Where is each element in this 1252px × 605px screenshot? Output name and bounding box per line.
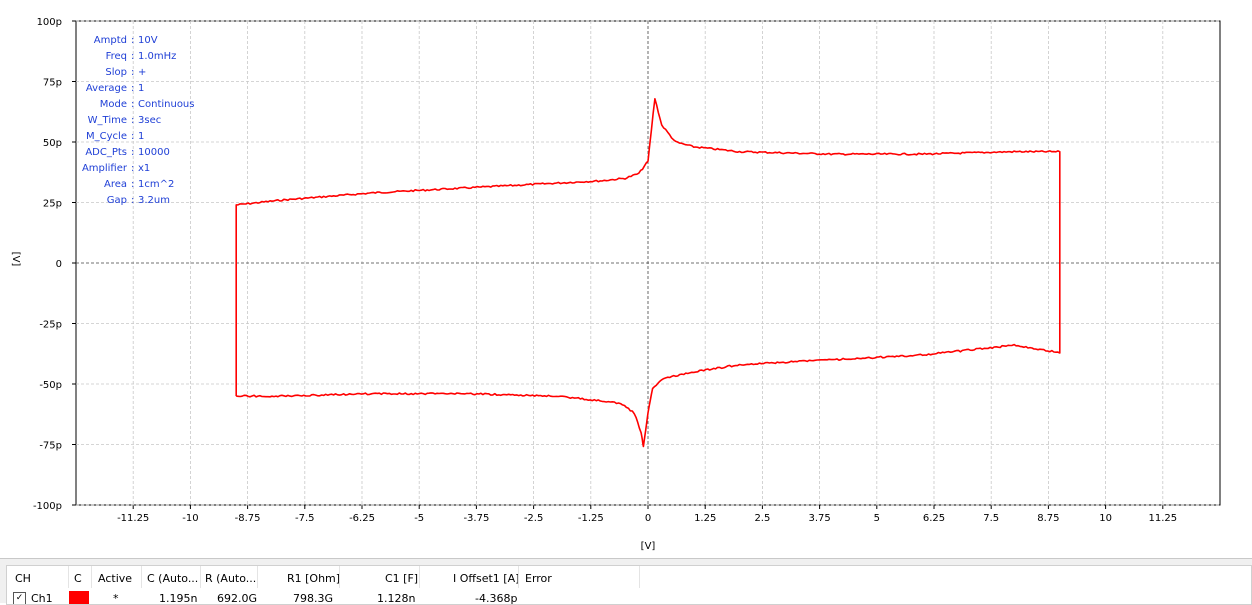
x-tick-label: 1.25 <box>694 513 716 524</box>
info-separator: : <box>131 115 134 126</box>
info-label: Area <box>104 179 127 190</box>
x-tick-label: -7.5 <box>295 513 315 524</box>
channel-table: CH C Active C (Auto... R (Auto... R1 [Oh… <box>6 565 1252 605</box>
info-label: Mode <box>100 99 127 110</box>
info-label: Average <box>86 83 127 94</box>
channel-table-panel: CH C Active C (Auto... R (Auto... R1 [Oh… <box>0 558 1252 605</box>
info-value: 10V <box>138 35 158 46</box>
info-value: 1cm^2 <box>138 179 174 190</box>
channel-color-swatch[interactable] <box>69 591 89 604</box>
x-axis-label: [V] <box>641 541 656 552</box>
cv-chart: -11.25 -10 -8.75 -7.5 -6.25 -5 -3.75 -2.5 -1.25 0… <box>10 17 1221 552</box>
header-error[interactable]: Error <box>525 572 552 585</box>
header-i-offset1[interactable]: I Offset1 [A] <box>453 572 519 585</box>
header-r1[interactable]: R1 [Ohm] <box>287 572 340 585</box>
y-tick-label: -100p <box>33 501 62 512</box>
y-tick-label: -75p <box>39 441 62 452</box>
x-tick-label: -6.25 <box>349 513 375 524</box>
info-label: Gap <box>107 195 127 206</box>
info-value: 1 <box>138 131 144 142</box>
x-tick-label: -5 <box>414 513 424 524</box>
x-tick-label: -10 <box>182 513 198 524</box>
info-label: Amplifier <box>82 163 128 174</box>
info-separator: : <box>131 35 134 46</box>
y-tick-label: 50p <box>43 138 62 149</box>
y-tick-label: 75p <box>43 78 62 89</box>
info-value: 1.0mHz <box>138 51 176 62</box>
x-tick-label: 10 <box>1099 513 1112 524</box>
y-tick-label: -25p <box>39 320 62 331</box>
y-tick-label: 25p <box>43 199 62 210</box>
info-value: 10000 <box>138 147 170 158</box>
info-separator: : <box>131 163 134 174</box>
y-axis-label: [V] <box>10 252 21 267</box>
cell-r1: 798.3G <box>293 592 334 605</box>
cell-c1: 1.128n <box>377 592 416 605</box>
x-tick-label: 7.5 <box>983 513 999 524</box>
info-separator: : <box>131 83 134 94</box>
info-value: 3.2um <box>138 195 170 206</box>
info-separator: : <box>131 131 134 142</box>
info-label: M_Cycle <box>86 131 127 142</box>
header-c-auto[interactable]: C (Auto... <box>147 572 198 585</box>
x-tick-label: -2.5 <box>524 513 544 524</box>
channel-checkbox[interactable]: ✓ <box>13 592 26 604</box>
info-separator: : <box>131 147 134 158</box>
x-tick-label: -11.25 <box>117 513 149 524</box>
info-label: Freq <box>106 51 127 62</box>
y-tick-label: 0 <box>56 259 62 270</box>
header-r-auto[interactable]: R (Auto... <box>205 572 256 585</box>
info-label: W_Time <box>88 115 127 126</box>
info-separator: : <box>131 99 134 110</box>
info-separator: : <box>131 67 134 78</box>
x-tick-label: -1.25 <box>578 513 604 524</box>
header-c1[interactable]: C1 [F] <box>385 572 418 585</box>
info-separator: : <box>131 51 134 62</box>
cell-ch[interactable]: Ch1 <box>31 592 53 604</box>
info-value: 3sec <box>138 115 161 126</box>
cell-c-auto: 1.195n <box>159 592 198 605</box>
header-ch[interactable]: CH <box>15 572 31 585</box>
x-tick-label: 5 <box>874 513 880 524</box>
info-separator: : <box>131 179 134 190</box>
cell-active[interactable]: * <box>113 592 119 604</box>
y-tick-label: -50p <box>39 380 62 391</box>
x-tick-label: 11.25 <box>1148 513 1177 524</box>
x-tick-label: 2.5 <box>754 513 770 524</box>
cell-r-auto: 692.0G <box>217 592 258 605</box>
plot-area: -11.25 -10 -8.75 -7.5 -6.25 -5 -3.75 -2.5 -1.25 0… <box>0 0 1252 558</box>
info-value: x1 <box>138 163 150 174</box>
header-active[interactable]: Active <box>98 572 132 585</box>
info-value: Continuous <box>138 99 194 110</box>
info-separator: : <box>131 195 134 206</box>
header-color[interactable]: C <box>74 572 82 585</box>
info-label: Amptd <box>94 35 127 46</box>
info-value: + <box>138 67 146 78</box>
x-tick-label: -3.75 <box>463 513 489 524</box>
x-tick-label: -8.75 <box>235 513 261 524</box>
info-value: 1 <box>138 83 144 94</box>
info-label: Slop <box>105 67 127 78</box>
x-tick-label: 0 <box>645 513 651 524</box>
x-tick-label: 8.75 <box>1037 513 1059 524</box>
y-tick-label: 100p <box>37 17 62 28</box>
info-label: ADC_Pts <box>85 147 127 158</box>
x-tick-label: 6.25 <box>923 513 945 524</box>
x-tick-label: 3.75 <box>808 513 830 524</box>
cell-i-offset1: -4.368p <box>475 592 518 605</box>
